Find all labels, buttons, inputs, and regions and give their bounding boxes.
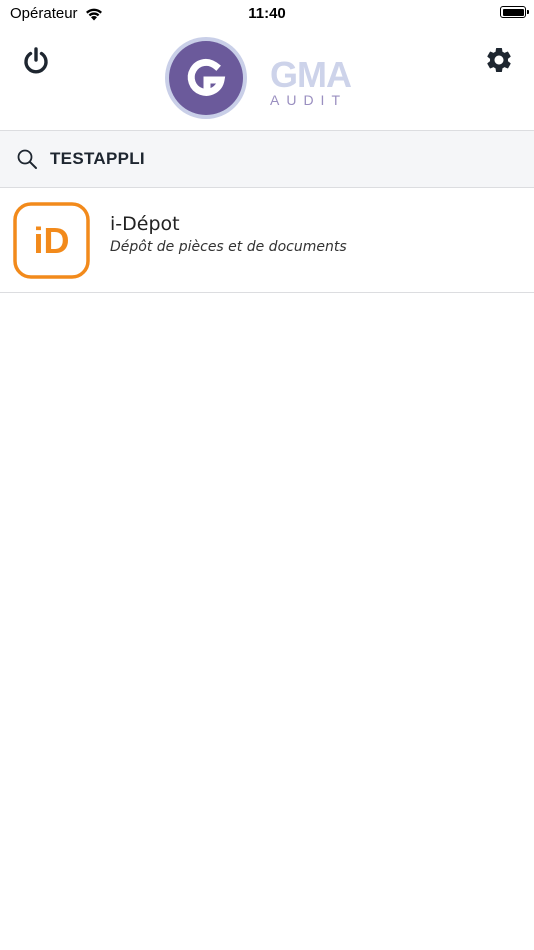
brand-name: GMA: [270, 54, 352, 95]
app-description: Dépôt de pièces et de documents: [110, 239, 347, 255]
power-button[interactable]: [20, 45, 52, 77]
gear-icon: [487, 47, 511, 72]
app-list: iD i-Dépot Dépôt de pièces et de documen…: [0, 188, 534, 293]
power-icon: [24, 47, 48, 74]
search-bar: [0, 130, 534, 188]
status-bar: Opérateur 11:40: [0, 0, 534, 28]
battery-icon: [500, 6, 529, 18]
list-item[interactable]: iD i-Dépot Dépôt de pièces et de documen…: [0, 188, 534, 293]
search-input[interactable]: [50, 139, 510, 179]
clock: 11:40: [248, 5, 286, 22]
brand-logo: GMA AUDIT: [270, 54, 360, 109]
app-logo: [164, 36, 248, 120]
header: GMA AUDIT: [0, 28, 534, 130]
search-icon: [17, 149, 37, 169]
i-depot-app-icon: iD: [13, 202, 90, 279]
app-icon-text: iD: [34, 220, 70, 261]
settings-button[interactable]: [484, 45, 514, 75]
app-name: i-Dépot: [110, 213, 180, 235]
brand-subtitle: AUDIT: [270, 92, 347, 108]
